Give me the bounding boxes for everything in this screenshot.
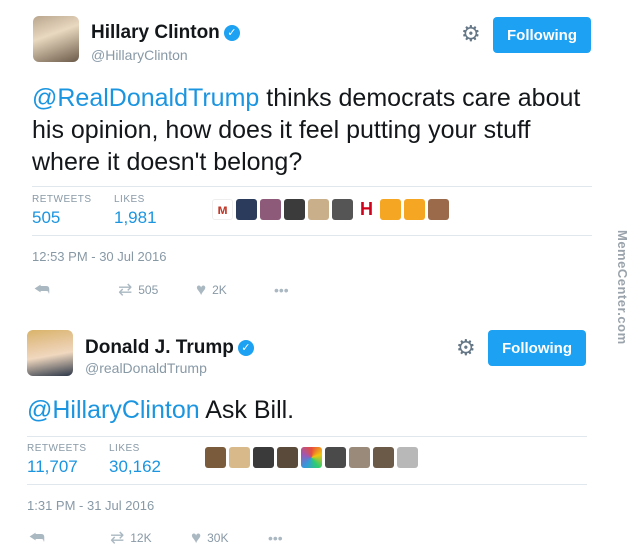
verified-icon: ✓ [223,25,240,41]
timestamp[interactable]: 1:31 PM - 31 Jul 2016 [27,498,154,513]
retweets-count[interactable]: 505 [32,208,60,228]
retweets-label: RETWEETS [27,443,87,454]
tweet-trump: Donald J. Trump ✓ @realDonaldTrump ⚙ Foll… [0,316,610,557]
likes-label: LIKES [109,443,140,454]
like-button[interactable]: ♥ 30K [191,528,228,548]
liker-avatar[interactable]: м [212,199,233,220]
reply-icon: ⮪ [34,280,50,299]
liker-avatars [205,447,418,468]
tweet-hillary: Hillary Clinton ✓ @HillaryClinton ⚙ Follo… [0,0,610,316]
retweet-count: 12K [130,531,152,545]
retweet-count: 505 [138,283,159,297]
like-count: 2K [212,283,227,297]
likes-count[interactable]: 1,981 [114,208,157,228]
liker-avatar[interactable] [253,447,274,468]
gear-icon[interactable]: ⚙ [456,337,476,359]
liker-avatar[interactable] [373,447,394,468]
reply-button[interactable]: ⮪ [29,528,45,548]
user-handle[interactable]: @realDonaldTrump [85,360,207,376]
user-handle[interactable]: @HillaryClinton [91,47,188,63]
divider [27,436,587,437]
divider [32,186,592,187]
heart-icon: ♥ [191,528,202,547]
mention-link[interactable]: @RealDonaldTrump [32,84,259,112]
retweet-button[interactable]: ⇄ 505 [118,280,158,300]
heart-icon: ♥ [196,280,207,299]
liker-avatar[interactable] [284,199,305,220]
retweet-button[interactable]: ⇄ 12K [110,528,152,548]
reply-icon: ⮪ [29,528,45,547]
liker-avatar[interactable] [332,199,353,220]
liker-avatar[interactable] [308,199,329,220]
more-button[interactable]: ••• [268,530,283,546]
liker-avatar[interactable] [428,199,449,220]
tweet-text: @HillaryClinton Ask Bill. [27,396,295,424]
following-button[interactable]: Following [493,17,591,53]
likes-label: LIKES [114,194,145,205]
liker-avatar[interactable] [301,447,322,468]
avatar[interactable] [27,330,73,376]
liker-avatar[interactable] [277,447,298,468]
likes-count[interactable]: 30,162 [109,457,161,477]
divider [32,235,592,236]
liker-avatar[interactable] [205,447,226,468]
tweet-text: @RealDonaldTrump thinks democrats care a… [32,84,581,176]
more-icon: ••• [274,282,289,298]
timestamp[interactable]: 12:53 PM - 30 Jul 2016 [32,249,166,264]
retweets-label: RETWEETS [32,194,92,205]
reply-button[interactable]: ⮪ [34,280,50,300]
divider [27,484,587,485]
liker-avatar[interactable] [325,447,346,468]
liker-avatar[interactable] [404,199,425,220]
mention-link[interactable]: @HillaryClinton [27,396,200,424]
liker-avatar[interactable] [349,447,370,468]
user-name[interactable]: Hillary Clinton ✓ [91,22,240,44]
more-icon: ••• [268,530,283,546]
liker-avatars: м H [212,199,449,220]
user-name[interactable]: Donald J. Trump ✓ [85,337,254,359]
gear-icon[interactable]: ⚙ [461,23,481,45]
like-button[interactable]: ♥ 2K [196,280,227,300]
avatar[interactable] [33,16,79,62]
liker-avatar[interactable] [397,447,418,468]
liker-avatar[interactable] [236,199,257,220]
liker-avatar[interactable] [260,199,281,220]
liker-avatar[interactable]: H [356,199,377,220]
liker-avatar[interactable] [380,199,401,220]
retweets-count[interactable]: 11,707 [27,457,78,477]
like-count: 30K [207,531,229,545]
watermark: MemeCenter.com [615,230,630,345]
verified-icon: ✓ [237,340,254,356]
more-button[interactable]: ••• [274,282,289,298]
retweet-icon: ⇄ [110,528,125,547]
following-button[interactable]: Following [488,330,586,366]
liker-avatar[interactable] [229,447,250,468]
retweet-icon: ⇄ [118,280,133,299]
